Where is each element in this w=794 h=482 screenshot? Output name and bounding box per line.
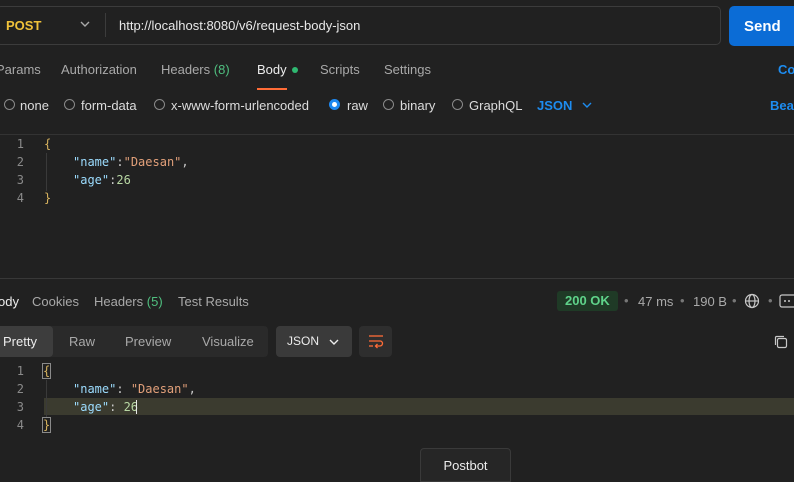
beautify-link[interactable]: Bea <box>770 98 794 113</box>
tab-params[interactable]: Params <box>0 62 41 77</box>
status-badge[interactable]: 200 OK <box>557 291 618 311</box>
headers-count: (8) <box>213 62 230 77</box>
response-size[interactable]: 190 B <box>693 294 727 309</box>
tab-body[interactable]: Body <box>257 62 298 77</box>
globe-icon[interactable] <box>744 293 760 309</box>
chevron-down-icon[interactable] <box>78 17 92 31</box>
code-open-brace[interactable]: { <box>41 363 52 379</box>
radio-none-label: none <box>20 98 49 113</box>
line-number: 1 <box>16 364 24 378</box>
indent-guide <box>46 380 47 418</box>
json-value: 26 <box>116 173 131 187</box>
radio-none[interactable] <box>4 99 15 110</box>
json-value: "Daesan" <box>130 382 189 396</box>
json-colon: : <box>109 400 124 414</box>
tab-headers-label: Headers <box>161 62 211 77</box>
divider <box>0 134 794 135</box>
json-colon: : <box>116 155 124 169</box>
code-close-brace[interactable]: } <box>44 191 51 205</box>
radio-urlencoded-label: x-www-form-urlencoded <box>171 98 309 113</box>
response-time[interactable]: 47 ms <box>638 294 673 309</box>
url-input[interactable]: http://localhost:8080/v6/request-body-js… <box>119 18 360 33</box>
line-number: 4 <box>16 418 24 432</box>
tab-response-headers-label: Headers <box>94 294 144 309</box>
json-colon: : <box>116 382 131 396</box>
radio-graphql[interactable] <box>452 99 463 110</box>
response-language-label: JSON <box>287 334 320 348</box>
format-preview[interactable]: Preview <box>125 334 171 349</box>
dot-separator: • <box>768 293 773 308</box>
copy-icon[interactable] <box>773 334 789 350</box>
format-raw[interactable]: Raw <box>69 334 95 349</box>
cookies-link[interactable]: Co <box>778 62 794 77</box>
tab-response-cookies[interactable]: Cookies <box>32 294 79 309</box>
json-comma: , <box>188 382 196 396</box>
line-number: 3 <box>16 400 24 414</box>
line-number: 2 <box>16 382 24 396</box>
radio-binary[interactable] <box>383 99 394 110</box>
dot-separator: • <box>680 293 685 308</box>
tab-headers[interactable]: Headers (8) <box>161 62 230 77</box>
radio-graphql-label: GraphQL <box>469 98 523 113</box>
tab-body-label: Body <box>257 62 287 77</box>
format-pretty[interactable]: Pretty <box>3 334 37 349</box>
radio-raw-label: raw <box>347 98 368 113</box>
line-number: 3 <box>16 173 24 187</box>
tab-response-body[interactable]: ody <box>0 294 19 309</box>
json-key: "name" <box>73 382 117 396</box>
tab-settings[interactable]: Settings <box>384 62 431 77</box>
code-close-brace[interactable]: } <box>41 417 52 433</box>
radio-raw[interactable] <box>329 99 340 110</box>
active-line-highlight <box>44 398 794 415</box>
line-number: 1 <box>16 137 24 151</box>
save-response-icon[interactable] <box>779 294 794 308</box>
code-line-name[interactable]: "name": "Daesan", <box>73 382 196 396</box>
method-select[interactable]: POST <box>6 18 41 33</box>
radio-form-data-label: form-data <box>81 98 137 113</box>
json-key: "age" <box>73 173 110 187</box>
dot-separator: • <box>624 293 629 308</box>
radio-binary-label: binary <box>400 98 436 113</box>
divider <box>105 13 106 37</box>
url-bar <box>0 6 721 45</box>
wrap-lines-icon <box>369 335 384 349</box>
json-key: "age" <box>73 400 110 414</box>
json-comma: , <box>181 155 189 169</box>
format-visualize[interactable]: Visualize <box>202 334 254 349</box>
chevron-down-icon[interactable] <box>581 99 593 111</box>
text-cursor <box>136 400 137 414</box>
code-line-age[interactable]: "age":26 <box>73 173 131 187</box>
language-select[interactable]: JSON <box>537 98 572 113</box>
line-number: 2 <box>16 155 24 169</box>
line-number: 4 <box>16 191 24 205</box>
tab-response-headers[interactable]: Headers (5) <box>94 294 163 309</box>
modified-dot-icon <box>291 66 298 73</box>
code-line-age[interactable]: "age": 26 <box>73 400 138 414</box>
tab-scripts[interactable]: Scripts <box>320 62 360 77</box>
json-value: "Daesan" <box>123 155 182 169</box>
send-button[interactable]: Send <box>729 6 794 46</box>
headers-count: (5) <box>146 294 163 309</box>
tab-test-results[interactable]: Test Results <box>178 294 249 309</box>
pane-divider[interactable] <box>0 278 794 279</box>
chevron-down-icon <box>329 339 339 345</box>
tab-authorization[interactable]: Authorization <box>61 62 137 77</box>
postbot-button[interactable]: Postbot <box>420 448 511 482</box>
active-tab-indicator <box>257 88 287 90</box>
indent-guide <box>46 153 47 191</box>
radio-form-data[interactable] <box>64 99 75 110</box>
radio-urlencoded[interactable] <box>154 99 165 110</box>
code-line-name[interactable]: "name":"Daesan", <box>73 155 189 169</box>
json-key: "name" <box>73 155 117 169</box>
code-open-brace[interactable]: { <box>44 137 51 151</box>
dot-separator: • <box>732 293 737 308</box>
